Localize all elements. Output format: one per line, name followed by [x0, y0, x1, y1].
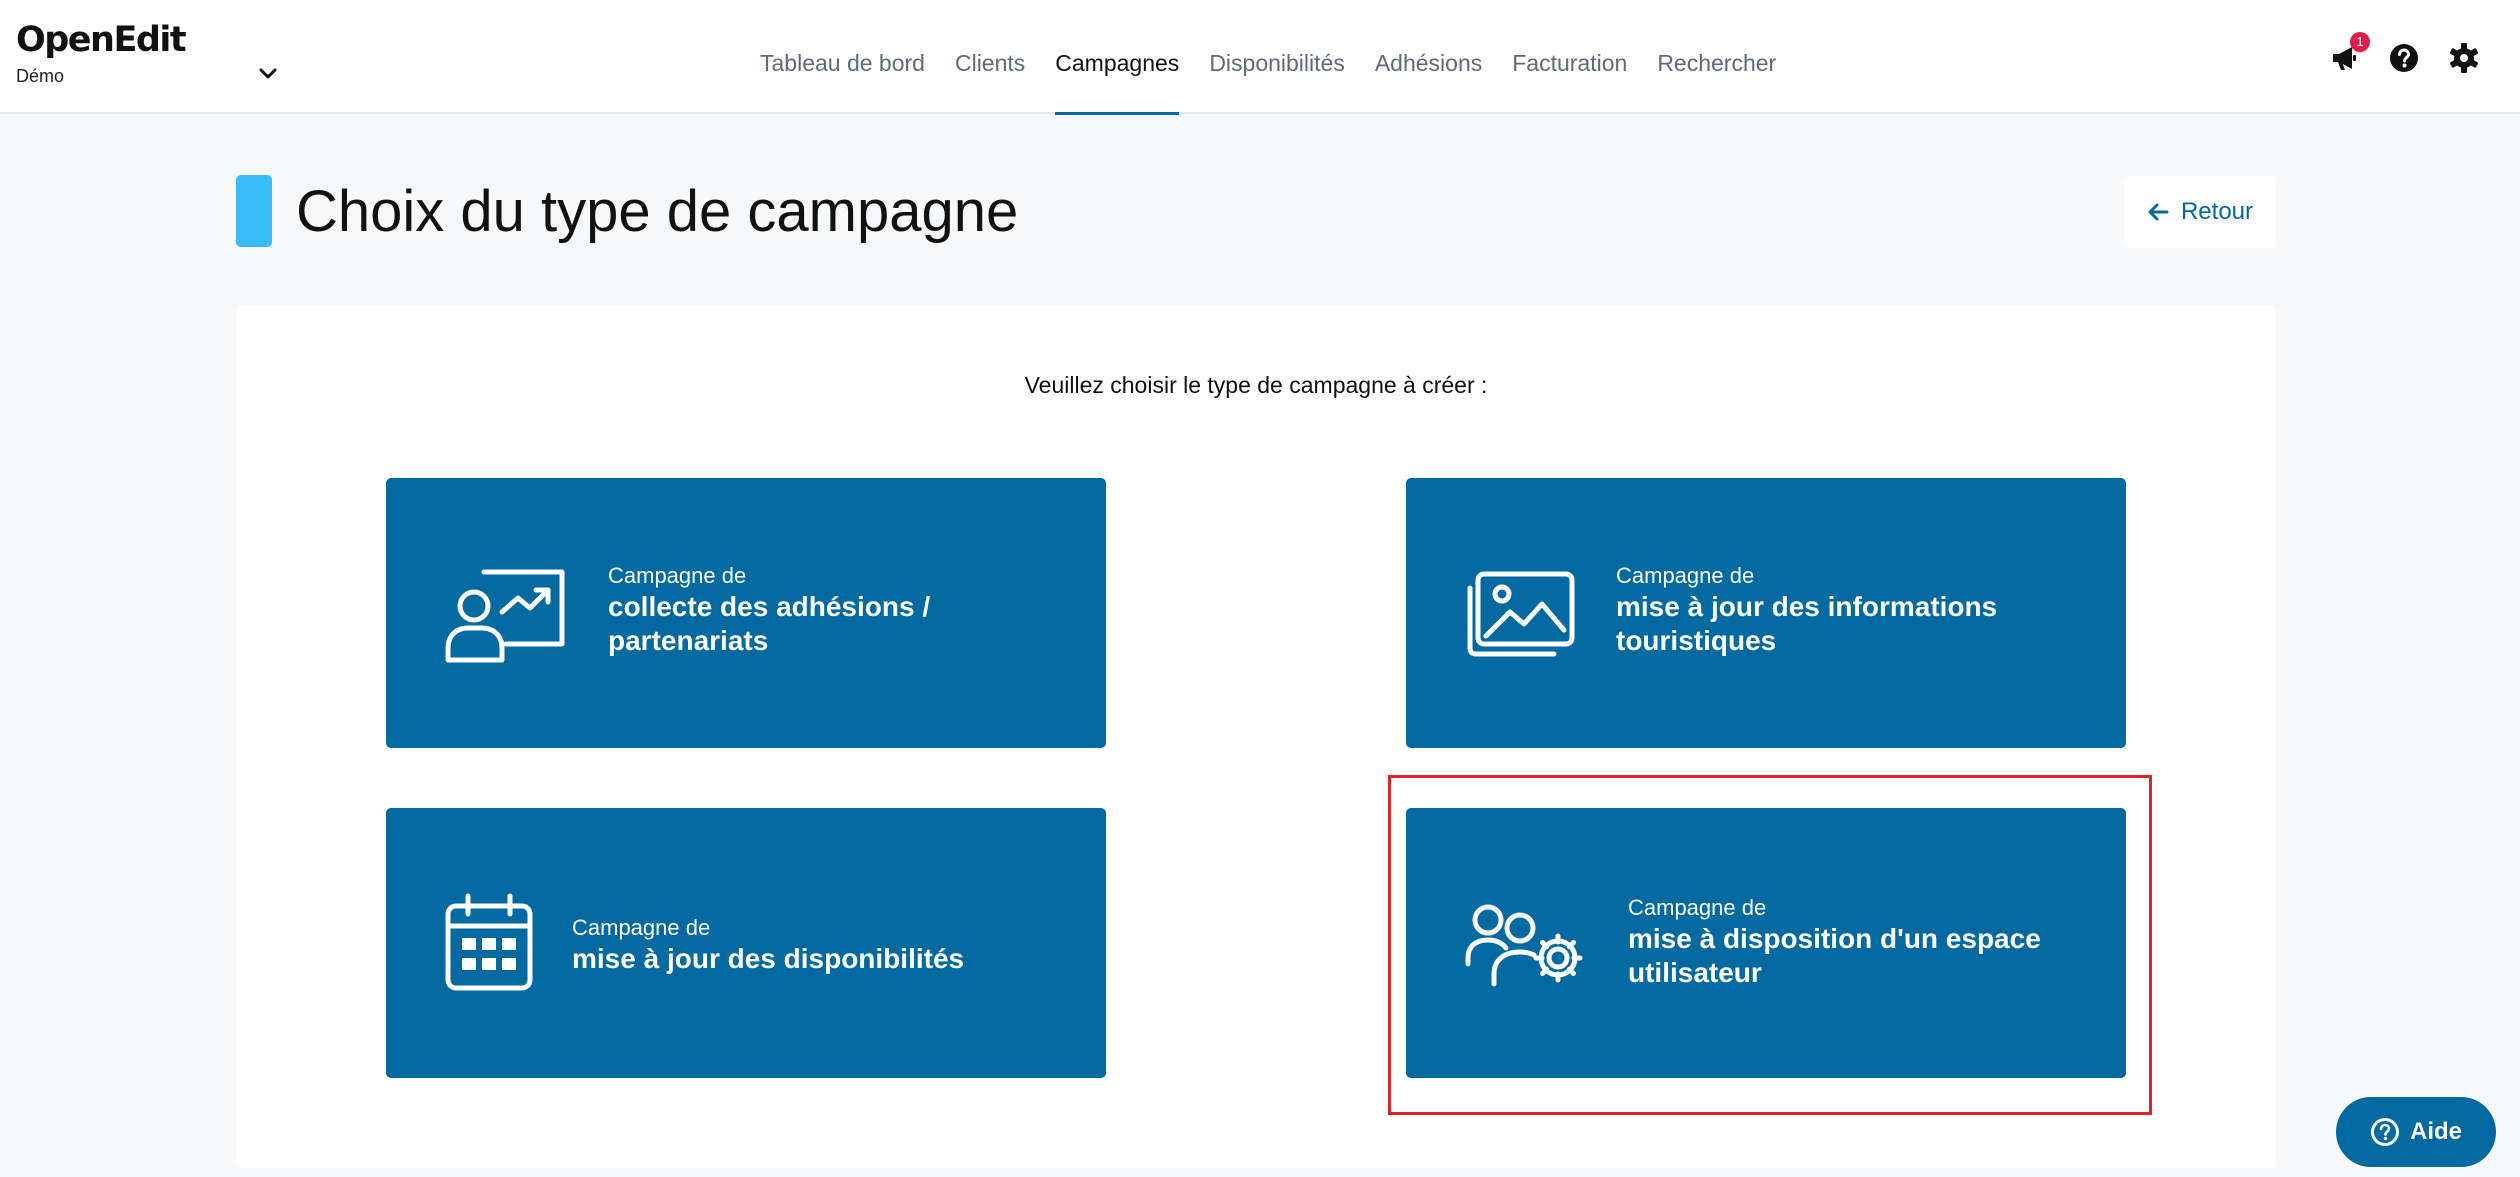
chevron-down-icon[interactable]: [258, 64, 278, 84]
question-circle-icon: [2370, 1118, 2399, 1146]
page-title: Choix du type de campagne: [296, 179, 1019, 244]
card-text: Campagne de collecte des adhésions / par…: [608, 562, 1068, 658]
campaign-card-disponibilites[interactable]: Campagne de mise à jour des disponibilit…: [386, 808, 1106, 1078]
users-gear-icon: [1464, 902, 1588, 988]
card-text: Campagne de mise à jour des informations…: [1616, 562, 2086, 658]
card-text: Campagne de mise à jour des disponibilit…: [572, 914, 1072, 976]
campaign-card-adhesions[interactable]: Campagne de collecte des adhésions / par…: [386, 478, 1106, 748]
back-button[interactable]: Retour: [2124, 176, 2276, 248]
top-icons: 1: [2328, 32, 2508, 74]
main-nav: Tableau de bord Clients Campagnes Dispon…: [760, 0, 1806, 115]
card-title: mise à disposition d'un espace utilisate…: [1628, 923, 2041, 988]
workspace-name[interactable]: Démo: [16, 66, 185, 87]
top-bar: OpenEdit Démo Tableau de bord Clients Ca…: [0, 0, 2520, 115]
notification-badge: 1: [2350, 32, 2370, 52]
nav-item-rechercher[interactable]: Rechercher: [1657, 0, 1776, 114]
calendar-icon: [444, 892, 534, 992]
title-accent-bar: [236, 175, 272, 247]
nav-item-campagnes[interactable]: Campagnes: [1055, 0, 1180, 115]
aide-button-label: Aide: [2409, 1118, 2462, 1145]
card-prefix: Campagne de: [1628, 895, 1767, 920]
card-prefix: Campagne de: [1616, 563, 1755, 588]
nav-item-facturation[interactable]: Facturation: [1512, 0, 1627, 114]
settings-button[interactable]: [2448, 42, 2480, 74]
gear-icon: [2449, 43, 2479, 73]
card-title: collecte des adhésions / partenariats: [608, 591, 931, 656]
app-logo[interactable]: OpenEdit: [16, 20, 187, 60]
back-button-label: Retour: [2180, 198, 2254, 225]
arrow-left-icon: [2148, 203, 2169, 221]
card-title: mise à jour des disponibilités: [572, 943, 965, 974]
campaign-card-infos-touristiques[interactable]: Campagne de mise à jour des informations…: [1406, 478, 2126, 748]
card-prefix: Campagne de: [608, 563, 747, 588]
nav-item-clients[interactable]: Clients: [955, 0, 1025, 114]
notifications-button[interactable]: 1: [2328, 32, 2370, 74]
card-text: Campagne de mise à disposition d'un espa…: [1628, 894, 2098, 990]
campaign-type-panel: Veuillez choisir le type de campagne à c…: [236, 306, 2276, 1168]
question-circle-icon: [2390, 44, 2418, 72]
nav-item-adhesions[interactable]: Adhésions: [1375, 0, 1482, 114]
nav-item-disponibilites[interactable]: Disponibilités: [1209, 0, 1345, 114]
card-title: mise à jour des informations touristique…: [1616, 591, 1998, 656]
nav-item-tableau-de-bord[interactable]: Tableau de bord: [760, 0, 925, 114]
campaign-type-prompt: Veuillez choisir le type de campagne à c…: [1024, 372, 1488, 398]
card-prefix: Campagne de: [572, 915, 711, 940]
brand: OpenEdit Démo: [16, 20, 187, 87]
help-button[interactable]: [2388, 42, 2420, 74]
campaign-card-espace-utilisateur[interactable]: Campagne de mise à disposition d'un espa…: [1406, 808, 2126, 1078]
presentation-chart-icon: [444, 564, 568, 664]
aide-button[interactable]: Aide: [2336, 1097, 2496, 1167]
images-icon: [1464, 570, 1576, 658]
